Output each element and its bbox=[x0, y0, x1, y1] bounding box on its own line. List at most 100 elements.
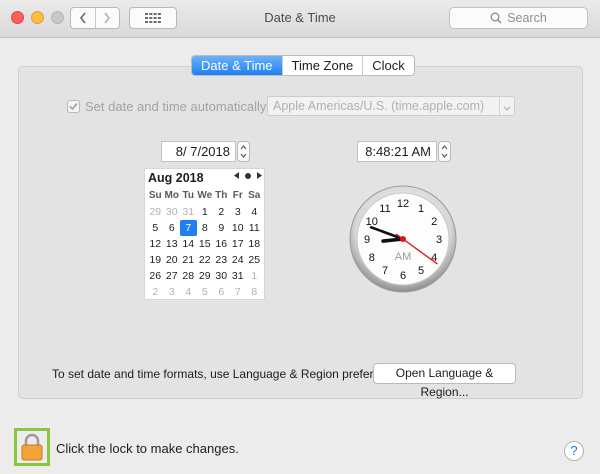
date-field[interactable]: 8/ 7/2018 bbox=[161, 141, 236, 162]
auto-time-checkbox[interactable] bbox=[67, 99, 80, 113]
zoom-window-button[interactable] bbox=[51, 11, 64, 24]
calendar-day[interactable]: 30 bbox=[213, 268, 230, 284]
select-arrows-icon bbox=[499, 97, 514, 115]
calendar-weekday: Th bbox=[215, 190, 228, 201]
calendar-day[interactable]: 15 bbox=[197, 236, 214, 252]
close-window-button[interactable] bbox=[11, 11, 24, 24]
time-field[interactable]: 8:48:21 AM bbox=[357, 141, 437, 162]
calendar-day[interactable]: 20 bbox=[164, 252, 181, 268]
calendar-day[interactable]: 22 bbox=[197, 252, 214, 268]
today-dot-icon[interactable] bbox=[245, 172, 251, 179]
next-month-icon[interactable] bbox=[257, 172, 262, 179]
calendar-nav bbox=[234, 172, 262, 179]
time-server-value: Apple Americas/U.S. (time.apple.com) bbox=[273, 99, 485, 113]
calendar-day[interactable]: 31 bbox=[230, 268, 247, 284]
calendar-weekday: Sa bbox=[248, 190, 261, 201]
clock-hour-hand bbox=[381, 237, 405, 243]
clock-number: 7 bbox=[382, 265, 388, 277]
stepper-up-icon bbox=[441, 145, 448, 150]
calendar-day[interactable]: 9 bbox=[213, 220, 230, 236]
minimize-window-button[interactable] bbox=[31, 11, 44, 24]
show-all-button[interactable] bbox=[129, 7, 177, 29]
search-input[interactable]: Search bbox=[449, 7, 588, 29]
calendar-day[interactable]: 11 bbox=[246, 220, 263, 236]
clock-number: 9 bbox=[364, 234, 370, 246]
calendar-day[interactable]: 19 bbox=[147, 252, 164, 268]
calendar-day-outside[interactable]: 1 bbox=[246, 268, 263, 284]
calendar-day[interactable]: 8 bbox=[197, 220, 214, 236]
calendar: Aug 2018 Su Mo Tu We Th Fr Sa 29 30 31 1 2 3 4 5 6 7 8 9 10… bbox=[144, 168, 265, 300]
date-stepper[interactable] bbox=[237, 141, 250, 162]
calendar-day-outside[interactable]: 8 bbox=[246, 284, 263, 300]
calendar-day[interactable]: 5 bbox=[147, 220, 164, 236]
calendar-day[interactable]: 3 bbox=[230, 204, 247, 220]
calendar-day-outside[interactable]: 31 bbox=[180, 204, 197, 220]
analog-clock: 12 1234567891011 AM bbox=[349, 185, 457, 293]
calendar-day[interactable]: 12 bbox=[147, 236, 164, 252]
calendar-day[interactable]: 27 bbox=[164, 268, 181, 284]
calendar-day[interactable]: 17 bbox=[230, 236, 247, 252]
auto-time-label: Set date and time automatically: bbox=[85, 98, 270, 114]
preferences-window: Date & Time Search Date & Time Time Zone… bbox=[0, 0, 600, 474]
stepper-down-icon bbox=[240, 153, 247, 158]
chevron-left-icon bbox=[79, 12, 86, 24]
stepper-down-icon bbox=[441, 153, 448, 158]
chevron-right-icon bbox=[104, 12, 111, 24]
calendar-weekday: Tu bbox=[182, 190, 194, 201]
lock-button[interactable] bbox=[14, 428, 50, 466]
time-server-select[interactable]: Apple Americas/U.S. (time.apple.com) bbox=[267, 96, 515, 116]
forward-button[interactable] bbox=[94, 8, 120, 28]
calendar-day[interactable]: 1 bbox=[197, 204, 214, 220]
calendar-day-outside[interactable]: 4 bbox=[180, 284, 197, 300]
tab-time-zone[interactable]: Time Zone bbox=[281, 56, 363, 75]
calendar-day[interactable]: 10 bbox=[230, 220, 247, 236]
calendar-day-selected[interactable]: 7 bbox=[180, 220, 197, 236]
clock-number: 5 bbox=[418, 265, 424, 277]
clock-number: 12 bbox=[397, 198, 409, 210]
auto-time-row: Set date and time automatically: bbox=[67, 96, 270, 116]
lock-icon bbox=[21, 433, 43, 461]
lock-hint-text: Click the lock to make changes. bbox=[56, 441, 239, 456]
calendar-day[interactable]: 16 bbox=[213, 236, 230, 252]
calendar-day-outside[interactable]: 7 bbox=[230, 284, 247, 300]
clock-number: 11 bbox=[379, 203, 390, 215]
calendar-day[interactable]: 18 bbox=[246, 236, 263, 252]
search-placeholder: Search bbox=[507, 11, 547, 25]
previous-month-icon[interactable] bbox=[234, 172, 239, 179]
search-icon bbox=[490, 12, 502, 24]
calendar-weekday: Fr bbox=[232, 190, 243, 201]
calendar-day[interactable]: 26 bbox=[147, 268, 164, 284]
calendar-day[interactable]: 2 bbox=[213, 204, 230, 220]
calendar-grid: Su Mo Tu We Th Fr Sa 29 30 31 1 2 3 4 5 6 7 8 9 10 11 12 13 14 1… bbox=[147, 188, 263, 300]
calendar-day-outside[interactable]: 2 bbox=[147, 284, 164, 300]
calendar-day-outside[interactable]: 30 bbox=[164, 204, 181, 220]
calendar-day[interactable]: 29 bbox=[197, 268, 214, 284]
clock-number: 1 bbox=[418, 203, 424, 215]
tab-clock[interactable]: Clock bbox=[362, 56, 414, 75]
open-language-region-button[interactable]: Open Language & Region... bbox=[373, 363, 516, 399]
calendar-day[interactable]: 28 bbox=[180, 268, 197, 284]
calendar-weekday: Su bbox=[148, 190, 162, 201]
calendar-day[interactable]: 14 bbox=[180, 236, 197, 252]
tab-date-time[interactable]: Date & Time bbox=[192, 56, 282, 75]
calendar-day-outside[interactable]: 29 bbox=[147, 204, 164, 220]
calendar-day[interactable]: 25 bbox=[246, 252, 263, 268]
time-stepper[interactable] bbox=[438, 141, 451, 162]
calendar-day-outside[interactable]: 6 bbox=[213, 284, 230, 300]
clock-number: 3 bbox=[436, 234, 442, 246]
calendar-day-outside[interactable]: 3 bbox=[164, 284, 181, 300]
calendar-day[interactable]: 6 bbox=[164, 220, 181, 236]
calendar-day-outside[interactable]: 5 bbox=[197, 284, 214, 300]
calendar-day[interactable]: 24 bbox=[230, 252, 247, 268]
calendar-day[interactable]: 21 bbox=[180, 252, 197, 268]
checkmark-icon bbox=[69, 102, 78, 110]
back-button[interactable] bbox=[71, 8, 95, 28]
help-button[interactable]: ? bbox=[564, 441, 584, 461]
calendar-weekday: We bbox=[197, 190, 213, 201]
calendar-day[interactable]: 23 bbox=[213, 252, 230, 268]
title-bar: Date & Time Search bbox=[0, 0, 600, 38]
calendar-day[interactable]: 4 bbox=[246, 204, 263, 220]
clock-meridiem: AM bbox=[395, 251, 412, 263]
calendar-weekday: Mo bbox=[164, 190, 179, 201]
calendar-day[interactable]: 13 bbox=[164, 236, 181, 252]
